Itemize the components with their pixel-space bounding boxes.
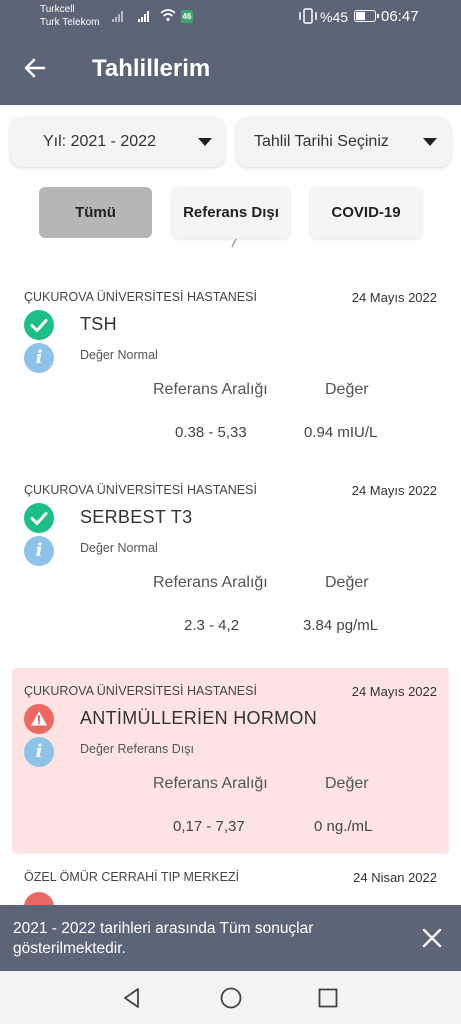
- result-card[interactable]: ÖZEL ÖMÜR CERRAHİ TIP MERKEZİ 24 Nisan 2…: [12, 854, 449, 905]
- result-value: 3.84 pg/mL: [303, 617, 379, 634]
- reference-range: 0.38 - 5,33: [175, 424, 247, 441]
- nav-recents-icon[interactable]: [316, 986, 340, 1010]
- wifi-icon: [160, 9, 176, 22]
- carrier-1: Turkcell: [40, 4, 75, 15]
- app-notification-icon: 46: [181, 10, 193, 23]
- value-header: Değer: [325, 574, 369, 591]
- page-title: Tahlillerim: [92, 55, 211, 82]
- battery-percent: %45: [320, 9, 349, 25]
- signal-2-icon: [138, 10, 149, 22]
- result-status: Değer Normal: [80, 541, 158, 555]
- check-icon: [24, 503, 54, 533]
- check-icon: [24, 310, 54, 340]
- previous-item-fragment: [231, 239, 237, 248]
- info-icon[interactable]: i: [24, 536, 54, 566]
- warning-icon: [24, 892, 54, 905]
- year-dropdown-label: Yıl: 2021 - 2022: [43, 133, 156, 150]
- signal-1-icon: [112, 10, 123, 22]
- result-date: 24 Mayıs 2022: [351, 483, 437, 498]
- result-card[interactable]: ÇUKUROVA ÜNİVERSİTESİ HASTANESİ 24 Mayıs…: [12, 274, 449, 460]
- battery-icon: [354, 10, 379, 22]
- value-header: Değer: [325, 381, 369, 398]
- info-icon[interactable]: i: [24, 343, 54, 373]
- reference-range: 0,17 - 7,37: [173, 818, 245, 835]
- snackbar: 2021 - 2022 tarihleri arasında Tüm sonuç…: [0, 905, 461, 971]
- info-icon[interactable]: i: [24, 737, 54, 767]
- nav-back-icon[interactable]: [120, 986, 144, 1010]
- snackbar-message: 2021 - 2022 tarihleri arasında Tüm sonuç…: [13, 920, 314, 957]
- results-list[interactable]: ÇUKUROVA ÜNİVERSİTESİ HASTANESİ 24 Mayıs…: [0, 239, 461, 905]
- value-header: Değer: [325, 775, 369, 792]
- result-status: Değer Referans Dışı: [80, 742, 194, 756]
- hospital-name: ÇUKUROVA ÜNİVERSİTESİ HASTANESİ: [24, 290, 257, 304]
- warning-icon: [24, 704, 54, 734]
- battery-fill: [356, 12, 365, 20]
- carrier-names: Turkcell Turk Telekom: [40, 3, 99, 29]
- status-bar: Turkcell Turk Telekom 46 %45 06:47: [0, 0, 461, 33]
- dropdown-arrow-icon: [198, 138, 212, 146]
- year-dropdown[interactable]: Yıl: 2021 - 2022: [10, 117, 225, 167]
- date-dropdown-label: Tahlil Tarihi Seçiniz: [254, 133, 389, 150]
- tab-out-of-range[interactable]: Referans Dışı: [172, 187, 290, 238]
- result-status: Değer Normal: [80, 348, 158, 362]
- close-icon[interactable]: [421, 927, 443, 949]
- result-date: 24 Mayıs 2022: [351, 684, 437, 699]
- result-value: 0.94 mIU/L: [304, 424, 378, 441]
- result-value: 0 ng./mL: [314, 818, 373, 835]
- hospital-name: ÇUKUROVA ÜNİVERSİTESİ HASTANESİ: [24, 483, 257, 497]
- system-nav-bar: [0, 971, 461, 1024]
- hospital-name: ÇUKUROVA ÜNİVERSİTESİ HASTANESİ: [24, 684, 257, 698]
- reference-range-header: Referans Aralığı: [153, 775, 268, 792]
- result-card[interactable]: ÇUKUROVA ÜNİVERSİTESİ HASTANESİ 24 Mayıs…: [12, 467, 449, 653]
- clock: 06:47: [381, 8, 419, 25]
- result-card-out-of-range[interactable]: ÇUKUROVA ÜNİVERSİTESİ HASTANESİ 24 Mayıs…: [12, 668, 449, 854]
- date-dropdown[interactable]: Tahlil Tarihi Seçiniz: [236, 117, 451, 167]
- dropdown-arrow-icon: [423, 138, 437, 146]
- test-name: SERBEST T3: [80, 507, 193, 527]
- reference-range-header: Referans Aralığı: [153, 381, 268, 398]
- test-name: ANTİMÜLLERİEN HORMON: [80, 708, 318, 728]
- tab-covid[interactable]: COVID-19: [310, 187, 422, 238]
- hospital-name: ÖZEL ÖMÜR CERRAHİ TIP MERKEZİ: [24, 870, 240, 884]
- reference-range-header: Referans Aralığı: [153, 574, 268, 591]
- arrow-left-icon[interactable]: [22, 55, 48, 81]
- carrier-2: Turk Telekom: [40, 17, 100, 28]
- result-date: 24 Nisan 2022: [353, 870, 437, 885]
- app-bar: Tahlillerim: [0, 33, 461, 105]
- result-date: 24 Mayıs 2022: [351, 290, 437, 305]
- tab-all[interactable]: Tümü: [39, 187, 152, 238]
- reference-range: 2.3 - 4,2: [184, 617, 240, 634]
- nav-home-icon[interactable]: [219, 986, 243, 1010]
- vibrate-icon: [299, 8, 317, 24]
- test-name: TSH: [80, 314, 117, 334]
